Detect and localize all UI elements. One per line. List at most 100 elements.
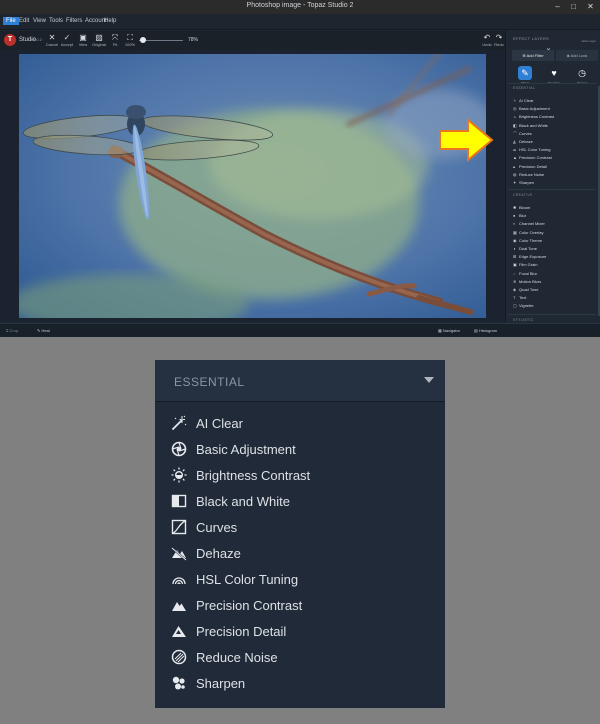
original-button[interactable]: ▨ Original [91,33,107,47]
filter-item-text[interactable]: T Text [513,294,526,302]
checkmark-icon: ✓ [63,33,71,42]
section-stylistic[interactable]: STYLISTIC [513,318,533,322]
filter-item-dehaze[interactable]: ◭ Dehaze [513,138,533,146]
zoom-100-button[interactable]: ⛶ 100% [122,33,138,47]
hide-layer-label[interactable]: Hide Layer [581,39,596,43]
section-title: ESSENTIAL [174,375,245,389]
filter-item-reduce-noise[interactable]: Reduce Noise [169,644,435,670]
filter-item-ai-clear[interactable]: AI Clear [169,410,435,436]
filter-item-black-and-white[interactable]: Black and White [169,488,435,514]
filter-item-black-and-white[interactable]: ◧ Black and White [513,122,548,130]
filter-item-sharpen[interactable]: ✦ Sharpen [513,179,534,187]
close-window-button[interactable]: ✕ [583,0,598,14]
filter-item-reduce-noise[interactable]: ◍ Reduce Noise [513,171,544,179]
filter-item-vignette[interactable]: ▢ Vignette [513,302,534,310]
filter-item-label: HSL Color Tuning [519,147,551,153]
filter-item-motion-blurs[interactable]: ≋ Motion Blurs [513,278,541,286]
filter-item-color-overlay[interactable]: ▦ Color Overlay [513,229,543,237]
filter-item-label: Vignette [519,303,534,309]
filter-item-precision-detail[interactable]: Precision Detail [169,618,435,644]
filter-item-hsl-color-tuning[interactable]: ⌓ HSL Color Tuning [513,146,550,154]
filter-item-curves[interactable]: ⌒ Curves [513,130,532,138]
menu-edit[interactable]: Edit [19,18,29,24]
minimize-button[interactable]: – [550,0,565,14]
filter-item-color-theme[interactable]: ◉ Color Theme [513,237,542,245]
filter-item-precision-detail[interactable]: ▴ Precision Detail [513,163,547,171]
zoom-slider-handle[interactable] [140,37,147,43]
view-button[interactable]: ▣ View [75,33,91,47]
cancel-button[interactable]: ✕ Cancel [44,33,60,47]
yellow-arrow-icon [439,118,494,162]
filter-item-label: Sharpen [196,676,246,691]
sun-icon [171,467,187,483]
noise-icon [171,649,187,665]
filter-item-label: Quad Tone [519,287,539,292]
tab-add-look[interactable]: ◈ Add Look [556,50,598,61]
filter-item-label: Channel Mixer [519,221,545,227]
filter-item-focal-blur[interactable]: ◌ Focal Blur [513,270,537,278]
heart-icon: ♥ [551,68,557,78]
section-creative[interactable]: CREATIVE [513,193,533,197]
heal-tool[interactable]: ✎ Heal [37,328,50,333]
section-essential[interactable]: ESSENTIAL [513,86,535,90]
divider [508,314,596,315]
maximize-button[interactable]: □ [566,0,581,14]
filter-item-label: Brightness Contrast [519,114,555,120]
menu-help[interactable]: Help [104,18,116,24]
filter-item-label: Bloom [519,205,531,210]
navigator-toggle[interactable]: ▦ Navigator [438,328,460,333]
filter-item-label: Black and White [519,122,548,128]
aperture-icon [171,441,187,457]
filter-item-curves[interactable]: Curves [169,514,435,540]
panel-title: EFFECT LAYERS [513,36,549,41]
filter-item-blur[interactable]: ● Blur [513,212,526,220]
close-icon: ✕ [48,33,56,42]
filter-item-label: Brightness Contrast [196,468,311,483]
filter-item-dehaze[interactable]: Dehaze [169,540,435,566]
filter-item-hsl-color-tuning[interactable]: HSL Color Tuning [169,566,435,592]
filter-item-label: Dual Tone [519,246,537,251]
dehaze-icon [171,545,187,561]
filter-item-label: Edge Exposure [519,254,547,260]
filter-item-edge-exposure[interactable]: ⊞ Edge Exposure [513,253,546,261]
filter-item-basic-adjustment[interactable]: Basic Adjustment [169,436,435,462]
filter-item-basic-adjustment[interactable]: ◎ Basic Adjustment [513,105,550,113]
essential-section-header[interactable]: ESSENTIAL [155,360,445,402]
filter-item-label: Color Theme [519,237,543,243]
crop-tool[interactable]: ⌗ Crop [6,328,18,333]
essential-zoom-panel: ESSENTIAL AI Clear Basic Adjustment Bright… [155,360,445,708]
fit-button[interactable]: ⤧ Fit [107,33,123,47]
filter-item-label: AI Clear [196,416,243,431]
filter-item-channel-mixer[interactable]: ◐ Channel Mixer [513,220,545,228]
effect-layers-panel: EFFECT LAYERS Hide Layer ✕ ⊕ Add Filter … [505,31,600,323]
menu-filters[interactable]: Filters [66,18,82,24]
filter-item-quad-tone[interactable]: ◈ Quad Tone [513,286,539,294]
filter-item-brightness-contrast[interactable]: ☼ Brightness Contrast [513,113,554,121]
chevron-down-icon [424,377,434,383]
tab-add-filter[interactable]: ⊕ Add Filter [512,50,554,61]
redo-button[interactable]: ↷ Redo [492,33,506,47]
redo-icon: ↷ [495,33,503,42]
histogram-toggle[interactable]: ▤ Histogram [474,328,497,333]
accept-button[interactable]: ✓ Accept [59,33,75,47]
filter-item-bloom[interactable]: ✺ Bloom [513,204,530,212]
filter-item-label: Curves [519,130,532,136]
detail-mountain-icon [171,623,187,639]
filter-item-film-grain[interactable]: ▣ Film Grain [513,261,537,269]
filter-item-precision-contrast[interactable]: ▲ Precision Contrast [513,154,552,162]
curve-icon [171,519,187,535]
filter-item-dual-tone[interactable]: ◑ Dual Tone [513,245,537,253]
filter-item-ai-clear[interactable]: ✧ AI Clear [513,97,533,105]
filter-item-brightness-contrast[interactable]: Brightness Contrast [169,462,435,488]
filter-item-precision-contrast[interactable]: Precision Contrast [169,592,435,618]
menu-tools[interactable]: Tools [49,18,63,24]
image-canvas[interactable] [0,50,505,322]
filter-item-label: Precision Detail [519,163,547,169]
filter-item-label: Blur [519,213,527,219]
filter-item-label: Sharpen [519,180,535,185]
menu-view[interactable]: View [33,18,46,24]
menu-file[interactable]: File [3,17,19,25]
filter-item-label: Color Overlay [519,229,544,235]
dragonfly-photo [19,54,486,318]
filter-item-sharpen[interactable]: Sharpen [169,670,435,696]
